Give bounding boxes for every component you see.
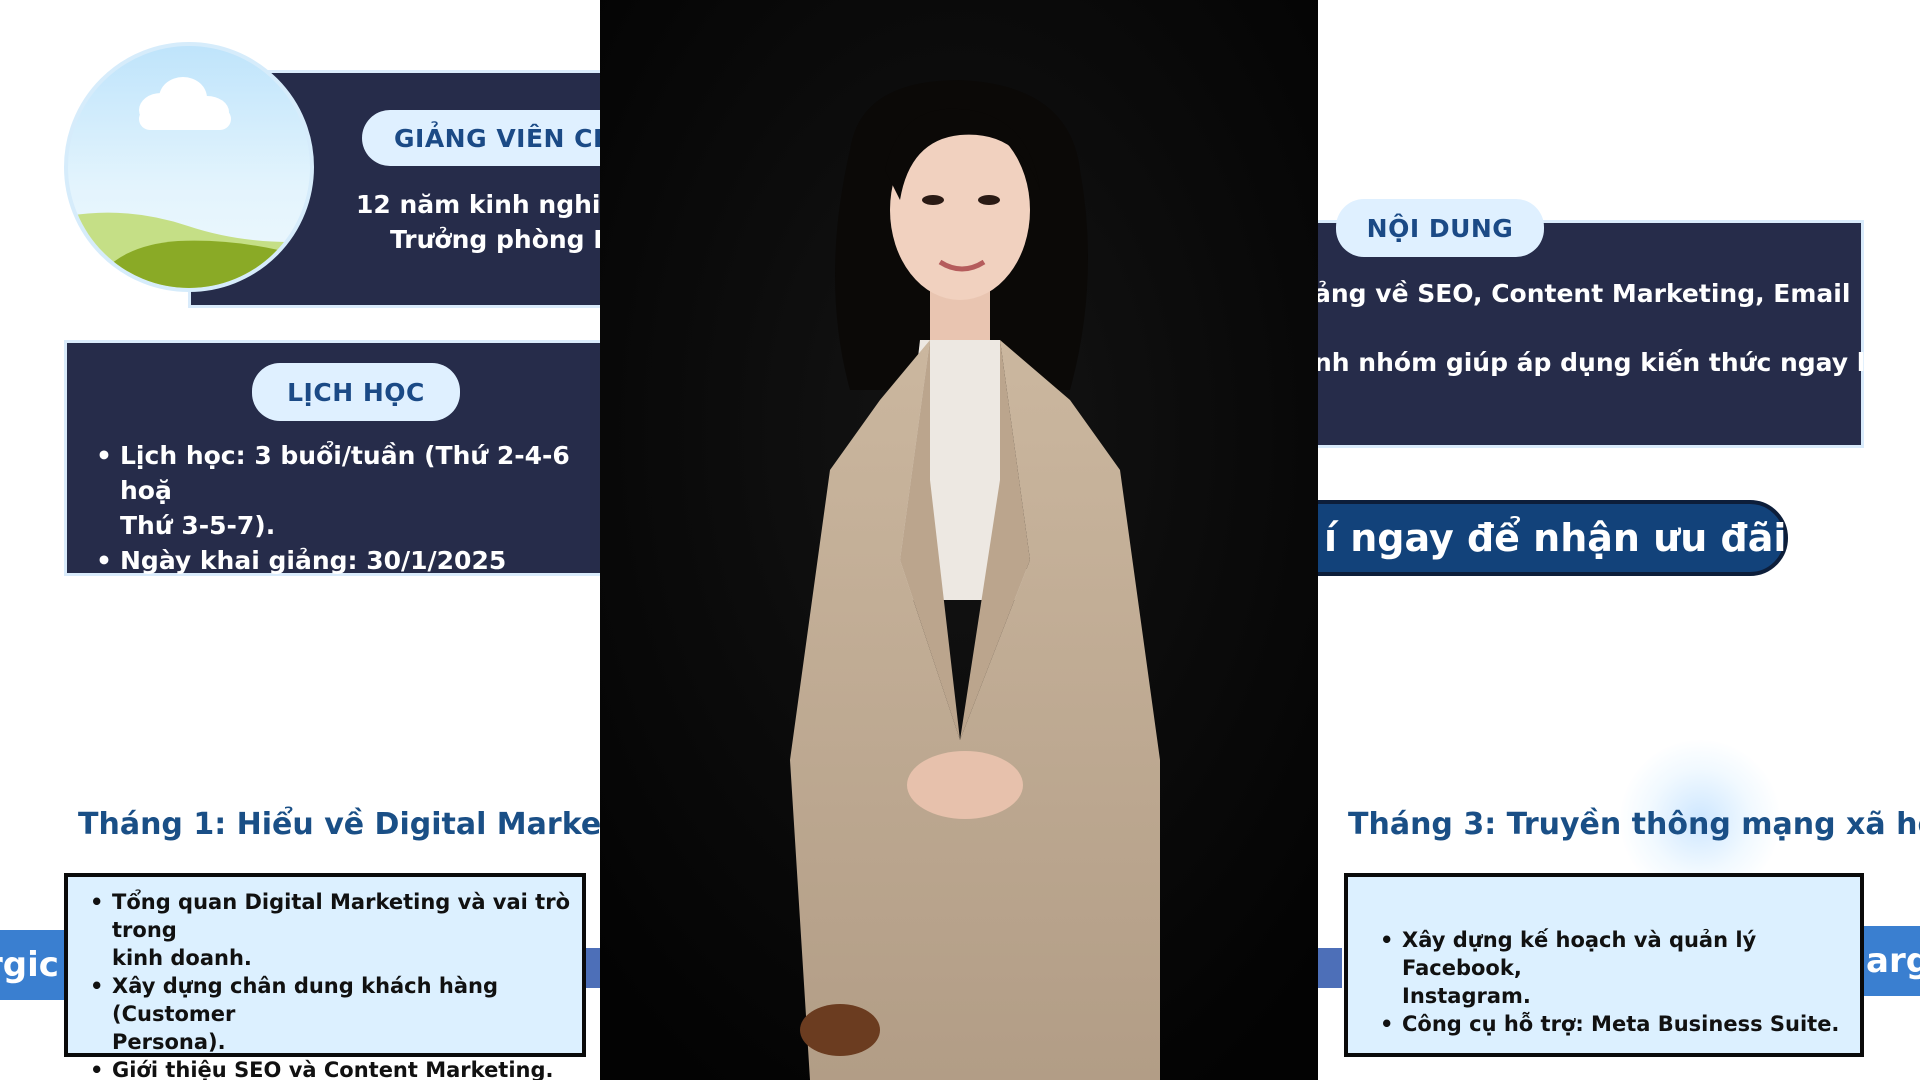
left-edge-chip: rgic bbox=[0, 930, 66, 1000]
month3-item-text: Công cụ hỗ trợ: Meta Business Suite. bbox=[1402, 1012, 1840, 1036]
schedule-pill: LỊCH HỌC bbox=[252, 363, 460, 421]
bullet-icon: • bbox=[96, 441, 112, 470]
content-text-line: nh nhóm giúp áp dụng kiến thức ngay lập bbox=[1314, 348, 1901, 377]
month3-item-text: Xây dựng kế hoạch và quản lý Facebook, bbox=[1402, 928, 1757, 980]
month1-item-text: Tổng quan Digital Marketing và vai trò t… bbox=[112, 890, 571, 942]
month3-list: • Xây dựng kế hoạch và quản lý Facebook, … bbox=[1380, 926, 1842, 1038]
left-edge-label: rgic bbox=[0, 945, 59, 985]
list-item: kinh doanh. bbox=[112, 944, 572, 972]
month3-title: Tháng 3: Truyền thông mạng xã hội bbox=[1348, 807, 1920, 842]
bullet-icon: • bbox=[90, 890, 104, 914]
list-item: • Xây dựng kế hoạch và quản lý Facebook, bbox=[1380, 926, 1842, 982]
list-item: • Xây dựng chân dung khách hàng (Customer bbox=[90, 972, 572, 1028]
instructor-avatar bbox=[64, 42, 314, 292]
cta-label: í ngay để nhận ưu đãi bbox=[1324, 516, 1787, 560]
schedule-item-text: Thứ 3-5-7). bbox=[120, 511, 276, 540]
right-edge-chip: arg bbox=[1862, 926, 1920, 996]
month1-item-text: Giới thiệu SEO và Content Marketing. bbox=[112, 1058, 554, 1080]
bullet-icon: • bbox=[1380, 928, 1394, 952]
month1-item-text: Xây dựng chân dung khách hàng (Customer bbox=[112, 974, 498, 1026]
schedule-list: • Lịch học: 3 buổi/tuần (Thứ 2-4-6 hoặ Th… bbox=[96, 438, 620, 578]
bullet-icon: • bbox=[1380, 1012, 1394, 1036]
instructor-role: Trưởng phòng M bbox=[390, 225, 619, 254]
bullet-icon: • bbox=[90, 974, 104, 998]
list-item: Thứ 3-5-7). bbox=[120, 508, 620, 543]
instructor-photo bbox=[600, 0, 1318, 1080]
landscape-icon bbox=[68, 77, 310, 288]
month1-item-text: Persona). bbox=[112, 1030, 226, 1054]
list-item: • Giới thiệu SEO và Content Marketing. bbox=[90, 1056, 572, 1080]
portrait-illustration bbox=[600, 0, 1318, 1080]
bullet-icon: • bbox=[96, 546, 112, 575]
list-item: • Công cụ hỗ trợ: Meta Business Suite. bbox=[1380, 1010, 1842, 1038]
month1-list: • Tổng quan Digital Marketing và vai trò … bbox=[90, 888, 572, 1080]
schedule-item-text: Lịch học: 3 buổi/tuần (Thứ 2-4-6 hoặ bbox=[120, 441, 570, 505]
list-item: Persona). bbox=[112, 1028, 572, 1056]
bullet-icon: • bbox=[90, 1058, 104, 1080]
list-item: Instagram. bbox=[1402, 982, 1842, 1010]
content-text-line: ảng về SEO, Content Marketing, Email bbox=[1314, 279, 1851, 308]
list-item: • Tổng quan Digital Marketing và vai trò … bbox=[90, 888, 572, 944]
content-pill: NỘI DUNG bbox=[1336, 199, 1544, 257]
list-item: • Ngày khai giảng: 30/1/2025 bbox=[96, 543, 620, 578]
right-edge-label: arg bbox=[1866, 941, 1920, 981]
month1-item-text: kinh doanh. bbox=[112, 946, 252, 970]
register-cta-button[interactable]: í ngay để nhận ưu đãi bbox=[1250, 500, 1788, 576]
list-item: • Lịch học: 3 buổi/tuần (Thứ 2-4-6 hoặ bbox=[96, 438, 620, 508]
month1-title: Tháng 1: Hiểu về Digital Marketing bbox=[78, 807, 669, 842]
schedule-item-text: Ngày khai giảng: 30/1/2025 bbox=[120, 546, 507, 575]
month3-item-text: Instagram. bbox=[1402, 984, 1531, 1008]
